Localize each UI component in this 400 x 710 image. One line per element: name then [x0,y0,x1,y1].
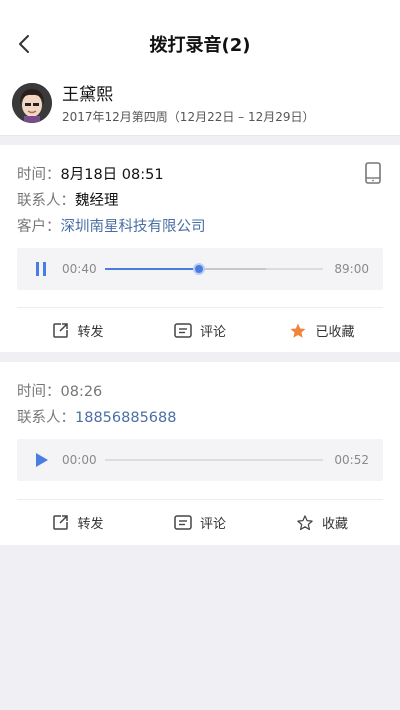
favorite-button[interactable]: 收藏 [261,500,383,545]
time-value: 8月18日 08:51 [60,167,164,183]
pause-button[interactable] [31,259,51,279]
progress-slider[interactable] [105,459,323,461]
audio-player: 00:40 89:00 [17,248,383,290]
comment-icon [174,514,192,530]
forward-button[interactable]: 转发 [17,308,139,353]
current-time: 00:40 [62,262,97,276]
user-name: 王黛熙 [62,85,113,105]
comment-icon [174,322,192,338]
star-outline-icon [297,514,313,530]
play-button[interactable] [31,450,51,470]
progress-fill [105,268,199,270]
time-row: 时间：08:26 [17,380,102,401]
contact-label: 联系人： [17,410,75,426]
share-icon [53,515,69,530]
avatar[interactable] [12,83,52,123]
week-range: 2017年12月第四周（12月22日 – 12月29日） [62,110,315,124]
progress-slider[interactable] [105,263,323,275]
total-duration: 89:00 [334,262,369,276]
avatar-image [12,83,52,123]
contact-row: 联系人：魏经理 [17,189,119,210]
record-card: 时间：08:26 联系人：18856885688 00:00 00:52 转发 [0,362,400,545]
back-button[interactable] [12,30,36,58]
forward-label: 转发 [77,325,104,340]
current-time: 00:00 [62,453,97,467]
page-title: 拨打录音(2) [149,35,251,56]
action-bar: 转发 评论 收藏 [17,499,383,545]
contact-label: 联系人： [17,193,75,209]
forward-button[interactable]: 转发 [17,500,139,545]
pause-icon [36,262,46,276]
chevron-left-icon [19,35,29,53]
favorite-label: 已收藏 [315,325,355,340]
contact-value: 魏经理 [75,193,119,209]
star-filled-icon [290,323,306,338]
comment-label: 评论 [199,325,226,340]
customer-label: 客户： [17,219,61,235]
mobile-phone-icon [365,162,381,184]
comment-button[interactable]: 评论 [139,308,261,353]
record-card: 时间：8月18日 08:51 联系人：魏经理 客户：深圳南星科技有限公司 00:… [0,145,400,352]
comment-label: 评论 [199,517,226,532]
forward-label: 转发 [77,517,104,532]
phone-number-link[interactable]: 18856885688 [75,410,176,426]
comment-button[interactable]: 评论 [139,500,261,545]
audio-player: 00:00 00:52 [17,439,383,481]
navigation-bar: 拨打录音(2) [0,0,400,70]
slider-thumb[interactable] [192,263,205,275]
time-value: 08:26 [60,384,103,400]
time-label: 时间： [17,167,61,183]
customer-row: 客户：深圳南星科技有限公司 [17,215,206,236]
time-row: 时间：8月18日 08:51 [17,163,164,184]
favorite-label: 收藏 [321,517,348,532]
action-bar: 转发 评论 已收藏 [17,307,383,353]
time-label: 时间： [17,384,61,400]
contact-row: 联系人：18856885688 [17,406,176,427]
total-duration: 00:52 [334,453,369,467]
share-icon [53,323,69,338]
favorite-button[interactable]: 已收藏 [261,308,383,353]
user-info: 王黛熙 2017年12月第四周（12月22日 – 12月29日） [0,70,400,136]
customer-link[interactable]: 深圳南星科技有限公司 [61,219,206,235]
play-icon [36,453,48,467]
